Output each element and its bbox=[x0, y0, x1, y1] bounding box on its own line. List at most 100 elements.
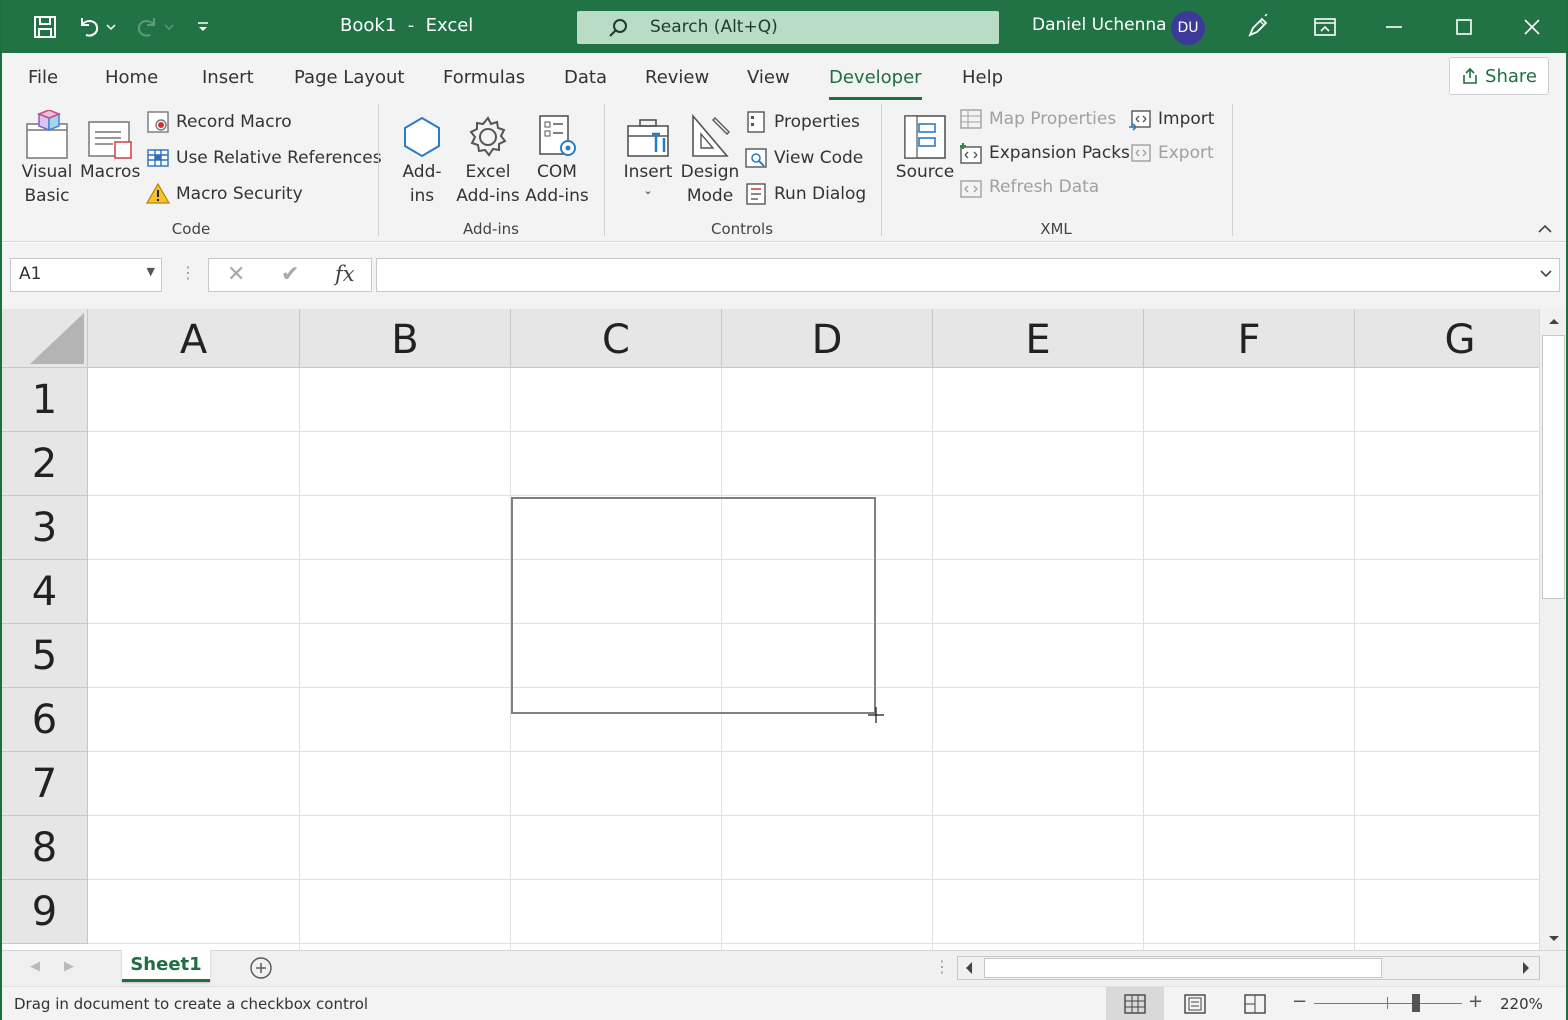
expansion-packs-button[interactable]: Expansion Packs bbox=[959, 139, 1130, 167]
row-header-4[interactable]: 4 bbox=[2, 560, 88, 624]
column-header-e[interactable]: E bbox=[933, 309, 1144, 368]
expand-formula-bar-icon[interactable] bbox=[1539, 265, 1553, 284]
properties-icon bbox=[747, 111, 765, 133]
ribbon-display-options-icon[interactable] bbox=[1307, 10, 1343, 44]
scroll-up-icon[interactable] bbox=[1544, 311, 1564, 331]
tab-developer[interactable]: Developer bbox=[829, 67, 922, 100]
tab-formulas[interactable]: Formulas bbox=[443, 67, 525, 88]
name-box[interactable]: A1 ▼ bbox=[10, 258, 162, 292]
tab-help[interactable]: Help bbox=[962, 67, 1003, 88]
export-button[interactable]: Export bbox=[1128, 139, 1214, 167]
properties-button[interactable]: Properties bbox=[744, 108, 860, 136]
column-header-a[interactable]: A bbox=[88, 309, 300, 368]
coauthor-pen-icon[interactable] bbox=[1240, 10, 1276, 44]
zoom-out-icon[interactable]: − bbox=[1292, 991, 1307, 1012]
vertical-scroll-thumb[interactable] bbox=[1542, 335, 1565, 599]
normal-view-button[interactable] bbox=[1106, 987, 1164, 1020]
row-header-2[interactable]: 2 bbox=[2, 432, 88, 496]
insert-controls-button[interactable]: Insert ⌄ bbox=[620, 104, 676, 198]
undo-icon[interactable] bbox=[74, 12, 104, 42]
crosshair-cursor-icon bbox=[868, 707, 884, 723]
refresh-data-button[interactable]: Refresh Data bbox=[959, 173, 1099, 201]
tab-file[interactable]: File bbox=[28, 67, 58, 88]
column-header-c[interactable]: C bbox=[511, 309, 722, 368]
tab-split-grip-icon[interactable]: ⋮ bbox=[934, 957, 950, 976]
collapse-ribbon-icon[interactable] bbox=[1536, 220, 1556, 240]
map-properties-button[interactable]: Map Properties bbox=[959, 105, 1116, 133]
minimize-icon[interactable] bbox=[1376, 10, 1412, 44]
run-dialog-icon bbox=[746, 183, 766, 205]
excel-add-ins-button[interactable]: Excel Add-ins bbox=[454, 104, 522, 208]
column-header-f[interactable]: F bbox=[1144, 309, 1355, 368]
share-button[interactable]: Share bbox=[1449, 57, 1549, 95]
tab-review[interactable]: Review bbox=[645, 67, 709, 88]
select-all-button[interactable] bbox=[2, 309, 88, 368]
search-box[interactable]: Search (Alt+Q) bbox=[577, 11, 999, 44]
record-macro-button[interactable]: Record Macro bbox=[146, 108, 292, 136]
row-header-6[interactable]: 6 bbox=[2, 688, 88, 752]
zoom-slider-track[interactable] bbox=[1314, 1003, 1462, 1004]
close-icon[interactable] bbox=[1514, 10, 1550, 44]
zoom-in-icon[interactable]: + bbox=[1468, 991, 1483, 1012]
column-header-g[interactable]: G bbox=[1355, 309, 1539, 368]
confirm-entry-icon[interactable]: ✔ bbox=[281, 262, 299, 287]
sheet-tab-sheet1[interactable]: Sheet1 bbox=[122, 950, 210, 982]
horizontal-scroll-thumb[interactable] bbox=[984, 958, 1382, 978]
new-sheet-icon[interactable] bbox=[249, 956, 273, 984]
maximize-icon[interactable] bbox=[1446, 10, 1482, 44]
zoom-slider-thumb[interactable] bbox=[1412, 994, 1420, 1012]
cancel-entry-icon[interactable]: ✕ bbox=[227, 262, 245, 287]
tab-data[interactable]: Data bbox=[564, 67, 607, 88]
redo-icon[interactable] bbox=[132, 12, 162, 42]
row-header-3[interactable]: 3 bbox=[2, 496, 88, 560]
view-code-label: View Code bbox=[774, 148, 864, 168]
prev-sheet-icon[interactable]: ◀ bbox=[30, 959, 40, 974]
tab-page-layout[interactable]: Page Layout bbox=[294, 67, 405, 88]
next-sheet-icon[interactable]: ▶ bbox=[64, 959, 74, 974]
page-layout-view-icon[interactable] bbox=[1184, 993, 1206, 1019]
insert-function-icon[interactable]: fx bbox=[335, 262, 355, 286]
zoom-level[interactable]: 220% bbox=[1500, 995, 1543, 1013]
macros-button[interactable]: Macros bbox=[80, 104, 140, 184]
page-break-preview-icon[interactable] bbox=[1244, 993, 1266, 1019]
design-mode-button[interactable]: Design Mode bbox=[680, 104, 740, 208]
import-button[interactable]: Import bbox=[1128, 105, 1214, 133]
macro-security-button[interactable]: Macro Security bbox=[146, 180, 303, 208]
scroll-left-icon[interactable] bbox=[964, 960, 974, 979]
row-header-1[interactable]: 1 bbox=[2, 368, 88, 432]
title-bar: Book1 - Excel Search (Alt+Q) Daniel Uche… bbox=[2, 0, 1566, 53]
redo-dropdown-icon[interactable] bbox=[160, 12, 178, 42]
save-icon[interactable] bbox=[30, 12, 60, 42]
worksheet-grid[interactable]: A B C D E F G 1 2 3 4 5 6 7 8 9 bbox=[2, 309, 1539, 950]
column-header-d[interactable]: D bbox=[722, 309, 933, 368]
add-ins-button[interactable]: Add- ins bbox=[394, 104, 450, 208]
formula-bar-grip-icon[interactable]: ⋮ bbox=[180, 263, 196, 282]
visual-basic-button[interactable]: Visual Basic bbox=[18, 104, 76, 208]
view-code-button[interactable]: View Code bbox=[744, 144, 863, 172]
use-relative-references-button[interactable]: Use Relative References bbox=[146, 144, 382, 172]
run-dialog-button[interactable]: Run Dialog bbox=[744, 180, 866, 208]
import-label: Import bbox=[1158, 109, 1215, 129]
row-header-9[interactable]: 9 bbox=[2, 880, 88, 944]
scroll-down-icon[interactable] bbox=[1544, 929, 1564, 949]
undo-dropdown-icon[interactable] bbox=[102, 12, 120, 42]
tab-view[interactable]: View bbox=[747, 67, 790, 88]
vertical-scrollbar[interactable] bbox=[1539, 309, 1566, 950]
column-header-b[interactable]: B bbox=[300, 309, 511, 368]
tab-home[interactable]: Home bbox=[105, 67, 158, 88]
tab-insert[interactable]: Insert bbox=[202, 67, 254, 88]
xml-source-button[interactable]: Source bbox=[894, 104, 956, 184]
excel-add-ins-label: Excel Add-ins bbox=[456, 162, 520, 206]
customize-quick-access-icon[interactable] bbox=[188, 12, 218, 42]
scroll-right-icon[interactable] bbox=[1521, 960, 1531, 979]
row-header-5[interactable]: 5 bbox=[2, 624, 88, 688]
name-box-dropdown-icon[interactable]: ▼ bbox=[147, 265, 155, 278]
com-add-ins-button[interactable]: COM Add-ins bbox=[524, 104, 590, 208]
horizontal-scrollbar[interactable] bbox=[957, 956, 1540, 980]
avatar[interactable]: DU bbox=[1171, 11, 1205, 45]
user-name[interactable]: Daniel Uchenna bbox=[1032, 15, 1167, 35]
row-header-7[interactable]: 7 bbox=[2, 752, 88, 816]
share-icon bbox=[1463, 67, 1477, 84]
row-header-8[interactable]: 8 bbox=[2, 816, 88, 880]
formula-input[interactable] bbox=[376, 258, 1560, 292]
